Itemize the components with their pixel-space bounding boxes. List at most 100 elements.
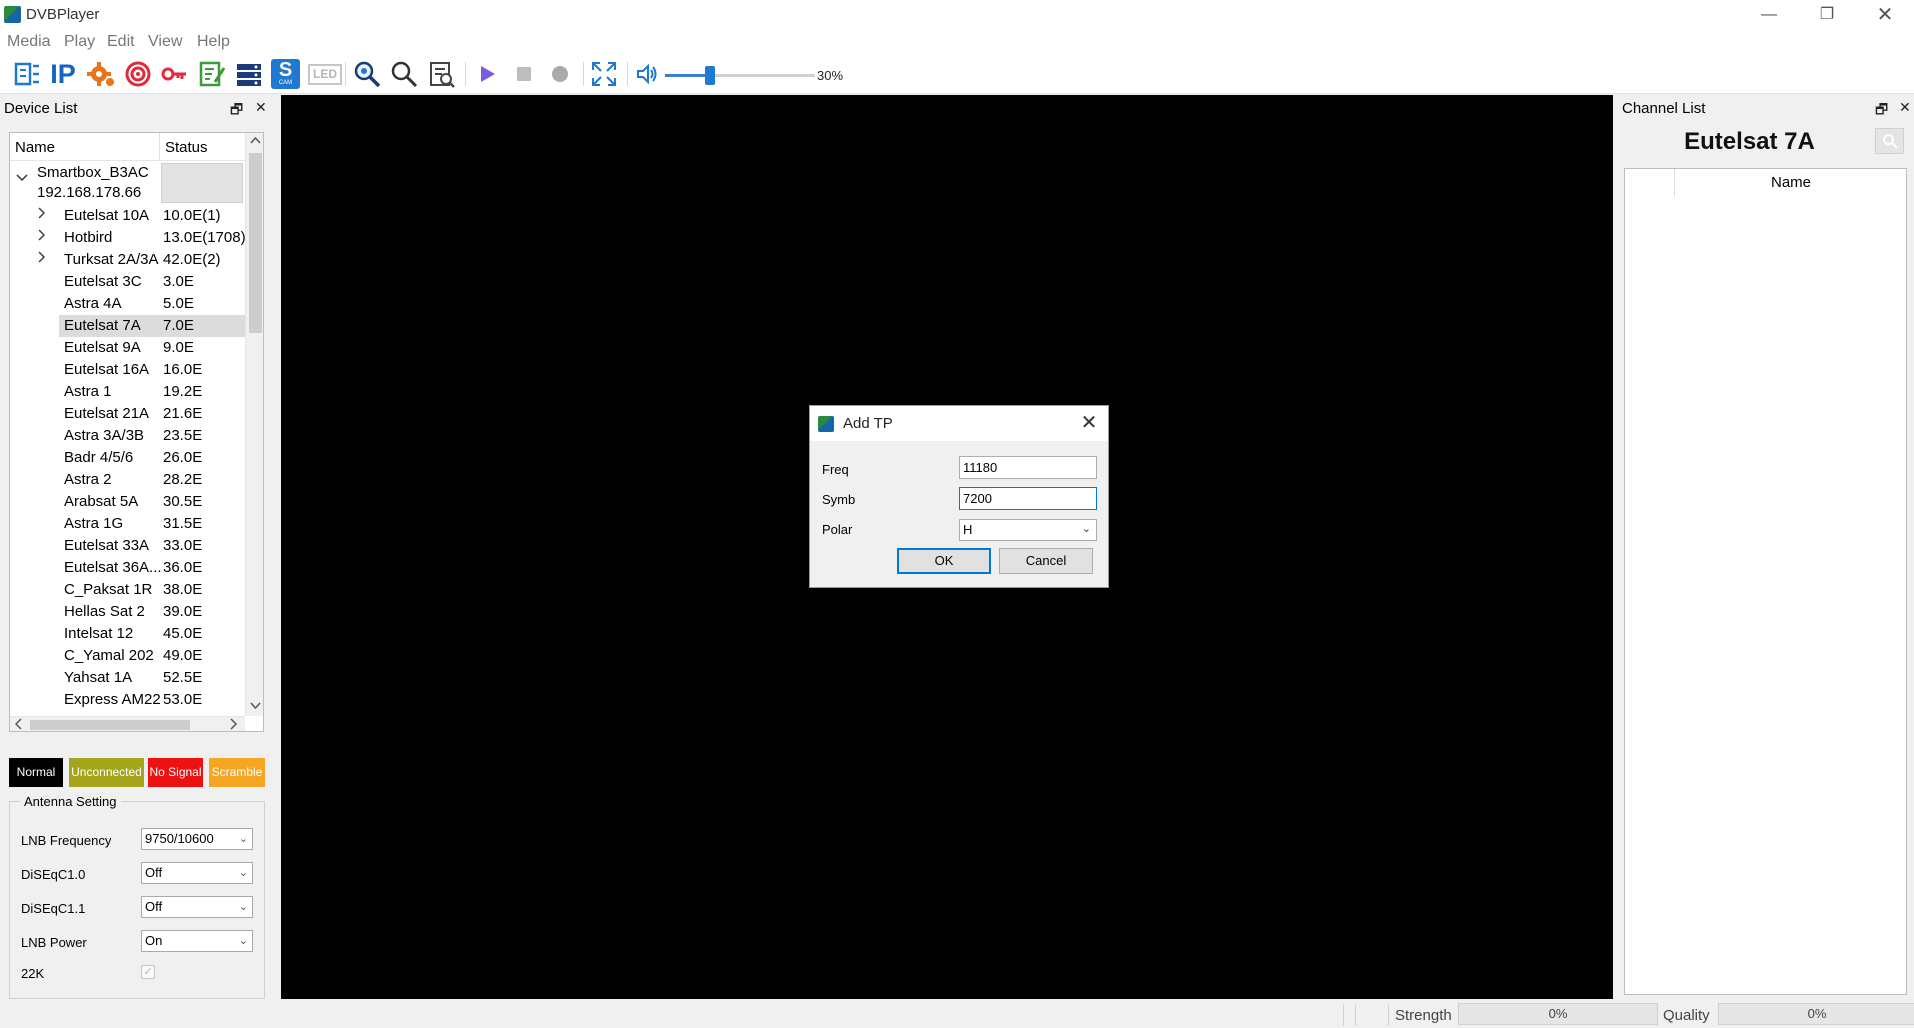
play-icon[interactable] xyxy=(472,59,502,89)
scroll-right-arrow-icon[interactable] xyxy=(230,718,238,731)
channel-list-float-icon[interactable]: 🗗 xyxy=(1875,99,1888,123)
satellite-row[interactable]: Hotbird 13.0E(1708) xyxy=(10,227,246,249)
device-tree-vertical-scrollbar[interactable] xyxy=(245,133,263,716)
satellite-status: 28.2E xyxy=(163,471,203,488)
satellite-row[interactable]: Eutelsat 33A 33.0E xyxy=(10,535,245,557)
satellite-name: Eutelsat 3C xyxy=(64,273,142,290)
dialog-close-button[interactable]: ✕ xyxy=(1074,409,1104,437)
polar-value: H xyxy=(963,522,973,537)
column-divider xyxy=(159,133,160,161)
column-header-name[interactable]: Name xyxy=(15,139,55,156)
device-config-icon[interactable] xyxy=(12,59,42,89)
search-icon[interactable] xyxy=(389,59,419,89)
polar-select[interactable]: H ⌄ xyxy=(959,519,1097,541)
channel-column-header-name[interactable]: Name xyxy=(1675,174,1907,191)
volume-slider-track[interactable] xyxy=(665,74,815,77)
satellite-status: 5.0E xyxy=(163,295,194,312)
satellite-row[interactable]: Astra 4A 5.0E xyxy=(10,293,245,315)
satellite-name: Astra 2 xyxy=(64,471,112,488)
lnb-power-select[interactable]: On ⌄ xyxy=(141,930,253,952)
satellite-name: Astra 1 xyxy=(64,383,112,400)
collapse-chevron-icon[interactable] xyxy=(16,171,28,186)
menu-play[interactable]: Play xyxy=(64,33,95,51)
record-icon[interactable] xyxy=(545,59,575,89)
maximize-button[interactable]: ❐ xyxy=(1798,0,1856,30)
freq-input[interactable] xyxy=(959,456,1097,479)
scan-icon[interactable] xyxy=(352,59,382,89)
satellite-row[interactable]: Eutelsat 36A... 36.0E xyxy=(10,557,245,579)
satellite-row[interactable]: Arabsat 5A 30.5E xyxy=(10,491,245,513)
menu-help[interactable]: Help xyxy=(197,33,230,51)
toolbar-separator xyxy=(465,62,466,86)
volume-icon[interactable] xyxy=(632,59,662,89)
channel-list-close-icon[interactable]: ✕ xyxy=(1899,99,1911,116)
channel-table[interactable]: Name xyxy=(1624,168,1907,995)
satellite-row[interactable]: Eutelsat 21A 21.6E xyxy=(10,403,245,425)
target-icon[interactable] xyxy=(123,59,153,89)
column-header-status[interactable]: Status xyxy=(165,139,208,156)
menu-view[interactable]: View xyxy=(148,33,182,51)
satellite-row[interactable]: Badr 4/5/6 26.0E xyxy=(10,447,245,469)
device-list-float-icon[interactable]: 🗗 xyxy=(230,99,243,123)
expand-chevron-icon[interactable] xyxy=(38,251,46,266)
minimize-button[interactable]: — xyxy=(1740,0,1798,30)
menu-media[interactable]: Media xyxy=(7,33,51,51)
scrollbar-thumb[interactable] xyxy=(249,153,262,333)
satellite-row[interactable]: Eutelsat 16A 16.0E xyxy=(10,359,245,381)
ok-button[interactable]: OK xyxy=(897,548,991,574)
satellite-row[interactable]: C_Yamal 202 49.0E xyxy=(10,645,245,667)
cam-icon[interactable]: S CAM xyxy=(271,59,300,89)
menu-bar: Media Play Edit View Help xyxy=(0,30,1914,54)
device-tree[interactable]: Name Status Smartbox_B3AC 192.168.178.66… xyxy=(9,132,264,732)
satellite-name: Astra 1G xyxy=(64,515,124,532)
led-icon-label: LED xyxy=(308,63,342,85)
satellite-row[interactable]: Hellas Sat 2 39.0E xyxy=(10,601,245,623)
expand-chevron-icon[interactable] xyxy=(38,229,46,244)
22k-checkbox[interactable]: ✓ xyxy=(141,965,155,979)
fullscreen-icon[interactable] xyxy=(589,59,619,89)
channel-search-button[interactable] xyxy=(1875,128,1904,154)
expand-chevron-icon[interactable] xyxy=(38,207,46,222)
close-window-button[interactable]: ✕ xyxy=(1856,0,1914,30)
scroll-left-arrow-icon[interactable] xyxy=(14,718,22,731)
diseqc10-select[interactable]: Off ⌄ xyxy=(141,862,253,884)
satellite-row[interactable]: Yahsat 1A 52.5E xyxy=(10,667,245,689)
menu-edit[interactable]: Edit xyxy=(107,33,135,51)
scroll-up-arrow-icon[interactable] xyxy=(250,135,261,147)
diseqc11-select[interactable]: Off ⌄ xyxy=(141,896,253,918)
device-tree-horizontal-scrollbar[interactable] xyxy=(10,716,245,731)
satellite-row[interactable]: Intelsat 12 45.0E xyxy=(10,623,245,645)
satellite-status: 52.5E xyxy=(163,669,203,686)
lnb-frequency-select[interactable]: 9750/10600 ⌄ xyxy=(141,828,253,850)
satellite-row[interactable]: Astra 1 19.2E xyxy=(10,381,245,403)
satellite-row[interactable]: Astra 2 28.2E xyxy=(10,469,245,491)
scrollbar-thumb[interactable] xyxy=(30,720,190,730)
edit-list-icon[interactable] xyxy=(197,59,227,89)
satellite-row[interactable]: Eutelsat 9A 9.0E xyxy=(10,337,245,359)
server-icon[interactable] xyxy=(234,59,264,89)
chevron-down-icon: ⌄ xyxy=(238,901,248,913)
key-icon[interactable] xyxy=(159,59,189,89)
cancel-button[interactable]: Cancel xyxy=(999,548,1093,574)
satellite-row[interactable]: Eutelsat 7A 7.0E xyxy=(10,315,245,337)
legend-no-signal: No Signal xyxy=(148,758,203,787)
led-icon[interactable]: LED xyxy=(308,59,342,89)
satellite-row[interactable]: Express AM22 53.0E xyxy=(10,689,245,711)
scroll-down-arrow-icon[interactable] xyxy=(250,701,261,713)
satellite-status: 53.0E xyxy=(163,691,203,708)
symb-input[interactable] xyxy=(959,487,1097,510)
device-root-row[interactable]: Smartbox_B3AC 192.168.178.66 xyxy=(10,163,245,203)
report-icon[interactable] xyxy=(427,59,457,89)
satellite-row[interactable]: Astra 3A/3B 23.5E xyxy=(10,425,245,447)
settings-gear-icon[interactable] xyxy=(86,59,116,89)
device-list-close-icon[interactable]: ✕ xyxy=(255,99,267,116)
ip-icon[interactable]: IP xyxy=(46,59,80,89)
volume-slider-thumb[interactable] xyxy=(705,66,715,85)
satellite-row[interactable]: C_Paksat 1R 38.0E xyxy=(10,579,245,601)
satellite-row[interactable]: Eutelsat 3C 3.0E xyxy=(10,271,245,293)
satellite-row[interactable]: Eutelsat 10A 10.0E(1) xyxy=(10,205,245,227)
satellite-status: 39.0E xyxy=(163,603,203,620)
satellite-row[interactable]: Turksat 2A/3A 42.0E(2) xyxy=(10,249,245,271)
stop-icon[interactable] xyxy=(509,59,539,89)
satellite-row[interactable]: Astra 1G 31.5E xyxy=(10,513,245,535)
